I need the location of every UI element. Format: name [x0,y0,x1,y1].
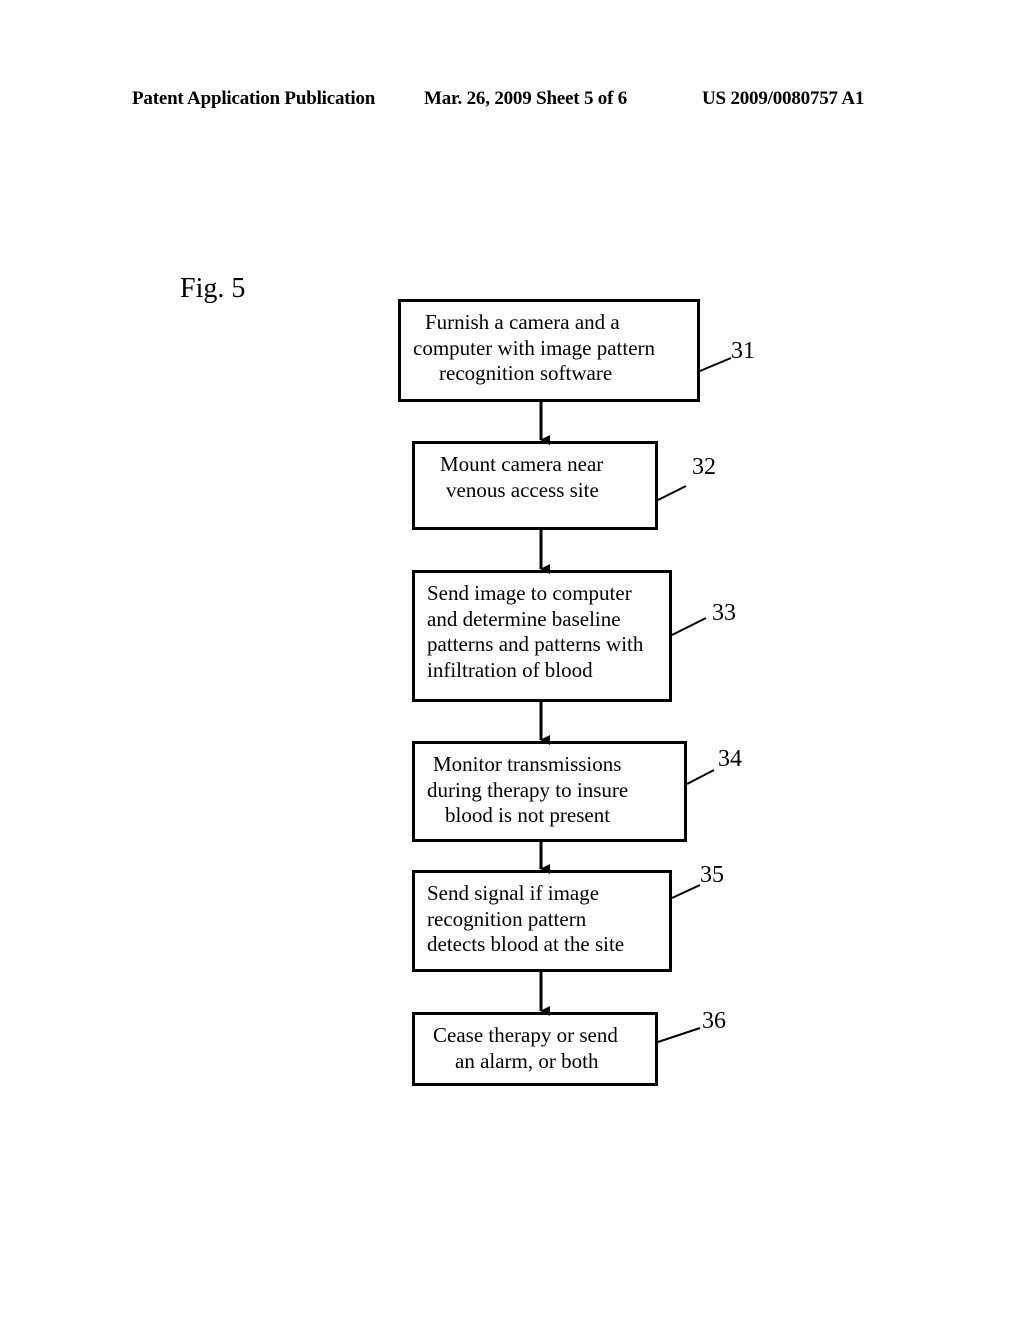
step-text-line: Furnish a camera and a [425,310,620,334]
step-text-line: venous access site [446,477,599,502]
reference-numeral-36: 36 [702,1008,726,1034]
leader-line-34 [686,769,715,785]
step-text-line: detects blood at the site [427,932,625,956]
patent-number: US 2009/0080757 A1 [702,88,865,109]
leader-line-33 [671,617,707,636]
step-text-line: an alarm, or both [455,1048,599,1073]
date-sheet: Mar. 26, 2009 Sheet 5 of 6 [424,88,628,109]
step-text-line: Mount camera near [440,452,604,476]
flow-step-33: Send image to computer and determine bas… [412,570,672,702]
step-text-line: Monitor transmissions [433,752,622,776]
step-text-line: blood is not present [445,803,611,827]
leader-line-36 [657,1027,701,1043]
reference-numeral-31: 31 [731,338,755,364]
step-text-line: Send image to computer [427,581,632,605]
step-text-line: during therapy to insure [427,777,629,802]
step-text-line: recognition pattern [427,906,587,931]
step-text-line: patterns and patterns with [427,632,644,656]
flow-step-35: Send signal if image recognition pattern… [412,870,672,972]
step-text-line: computer with image pattern [413,335,656,360]
step-text-line: Send signal if image [427,881,600,905]
leader-line-35 [671,884,701,899]
reference-numeral-34: 34 [718,746,742,772]
step-text-line: and determine baseline [427,606,621,631]
figure-label: Fig. 5 [180,273,246,304]
reference-numeral-35: 35 [700,862,724,888]
reference-numeral-32: 32 [692,454,716,480]
reference-numeral-33: 33 [712,600,736,626]
flow-step-32: Mount camera near venous access site [412,441,658,530]
leader-line-31 [699,357,732,372]
publication-title: Patent Application Publication [132,88,376,109]
step-text-line: Cease therapy or send [433,1023,618,1047]
flow-step-34: Monitor transmissions during therapy to … [412,741,687,842]
flow-step-31: Furnish a camera and a computer with ima… [398,299,700,402]
step-text-line: infiltration of blood [427,657,593,682]
step-text-line: recognition software [439,361,613,385]
flow-step-36: Cease therapy or send an alarm, or both [412,1012,658,1086]
leader-line-32 [657,485,687,501]
